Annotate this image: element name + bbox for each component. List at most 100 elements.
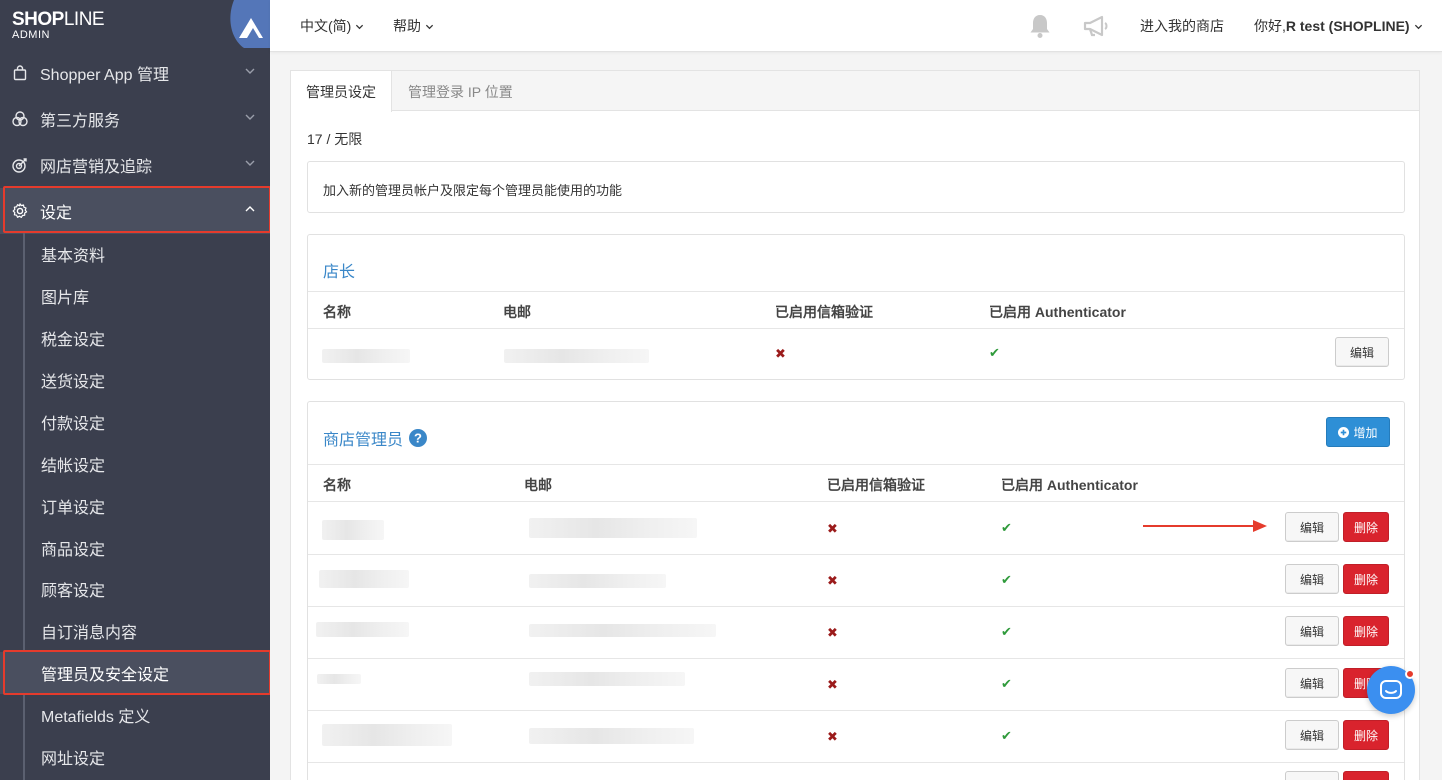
plus-circle-icon [1338, 426, 1350, 438]
user-name: R test (SHOPLINE) [1285, 18, 1410, 34]
redacted-name [322, 724, 452, 746]
divider [308, 328, 1404, 329]
col-header-name: 名称 [323, 304, 351, 320]
divider [308, 606, 1404, 607]
check-icon: ✔ [1001, 676, 1012, 691]
redacted-name [322, 349, 410, 363]
redacted-name [319, 570, 409, 588]
sidebar-item-third-party[interactable]: 第三方服务 [0, 96, 270, 142]
submenu-item-basic[interactable]: 基本资料 [0, 233, 270, 275]
submenu-item-checkout[interactable]: 结帐设定 [0, 443, 270, 485]
highlight-admin-security [3, 650, 270, 695]
redacted-email [504, 349, 649, 363]
cross-icon: ✖ [827, 677, 838, 692]
submenu-item-order[interactable]: 订单设定 [0, 485, 270, 527]
cross-icon: ✖ [827, 573, 838, 588]
delete-button[interactable]: 删除 [1343, 616, 1389, 646]
logo[interactable]: SHOPLINE ADMIN [0, 0, 270, 48]
target-icon [0, 156, 40, 174]
submenu-item-delivery[interactable]: 送货设定 [0, 359, 270, 401]
divider [308, 762, 1404, 763]
cross-icon: ✖ [827, 729, 838, 744]
edit-button[interactable]: 编辑 [1285, 564, 1339, 594]
sidebar-item-marketing[interactable]: 网店营销及追踪 [0, 142, 270, 188]
enter-store-link[interactable]: 进入我的商店 [1140, 0, 1224, 52]
redacted-name [322, 520, 384, 540]
topbar: 中文(简) 帮助 进入我的商店 你好, R test (SHOPLINE) [270, 0, 1442, 52]
sidebar-item-shopper-app[interactable]: Shopper App 管理 [0, 50, 270, 96]
megaphone-icon[interactable] [1082, 0, 1110, 52]
owner-title: 店长 [323, 264, 356, 281]
owner-section: 店长 名称 电邮 已启用信箱验证 已启用 Authenticator ✖ ✔ 编… [307, 234, 1405, 380]
delete-button[interactable]: 删除 [1343, 720, 1389, 750]
edit-button[interactable]: 编辑 [1285, 616, 1339, 646]
circles-icon [0, 110, 40, 128]
redacted-email [529, 672, 685, 686]
redacted-email [529, 624, 716, 637]
admins-title: 商店管理员 ? [323, 426, 428, 450]
delete-button[interactable] [1343, 771, 1389, 780]
submenu-item-product[interactable]: 商品设定 [0, 527, 270, 569]
redacted-name [316, 622, 409, 637]
divider [308, 464, 1404, 465]
submenu-item-gallery[interactable]: 图片库 [0, 275, 270, 317]
chevron-down-icon [245, 68, 255, 74]
chevron-down-icon [245, 160, 255, 166]
delete-button[interactable]: 删除 [1343, 512, 1389, 542]
divider [308, 554, 1404, 555]
submenu-item-url[interactable]: 网址设定 [0, 736, 270, 778]
col-header-email-verify: 已启用信箱验证 [827, 477, 925, 493]
chevron-down-icon [425, 24, 434, 29]
help-circle-icon[interactable]: ? [409, 429, 428, 447]
help-dropdown[interactable]: 帮助 [393, 0, 434, 52]
brand-name: SHOPLINE [12, 9, 105, 30]
delete-button[interactable]: 删除 [1343, 564, 1389, 594]
add-admin-button[interactable]: 增加 [1326, 417, 1390, 447]
tab-login-ip[interactable]: 管理登录 IP 位置 [393, 71, 528, 112]
submenu-item-messages[interactable]: 自订消息内容 [0, 610, 270, 652]
check-icon: ✔ [1001, 624, 1012, 639]
check-icon: ✔ [989, 345, 1000, 360]
cross-icon: ✖ [775, 346, 786, 361]
bag-icon [0, 65, 40, 81]
chevron-down-icon [245, 114, 255, 120]
check-icon: ✔ [1001, 728, 1012, 743]
tab-admin-settings[interactable]: 管理员设定 [291, 71, 392, 112]
col-header-authenticator: 已启用 Authenticator [1001, 477, 1138, 493]
redacted-name [317, 674, 361, 684]
sidebar: SHOPLINE ADMIN Shopper App 管理 第三方服务 网店营销… [0, 0, 270, 780]
shopline-mountain-icon [230, 0, 270, 48]
edit-button[interactable]: 编辑 [1285, 720, 1339, 750]
user-dropdown[interactable]: 你好, R test (SHOPLINE) [1254, 0, 1423, 52]
divider [308, 658, 1404, 659]
bell-icon[interactable] [1028, 0, 1052, 52]
chevron-down-icon [356, 24, 364, 29]
edit-button[interactable]: 编辑 [1285, 512, 1339, 542]
svg-text:?: ? [414, 431, 422, 446]
highlight-settings [3, 186, 270, 233]
description-text: 加入新的管理员帐户及限定每个管理员能使用的功能 [323, 183, 623, 198]
brand-sub: ADMIN [12, 29, 50, 41]
submenu-item-metafields[interactable]: Metafields 定义 [0, 694, 270, 736]
greeting-label: 你好, [1254, 18, 1286, 34]
description-box: 加入新的管理员帐户及限定每个管理员能使用的功能 [307, 161, 1405, 213]
edit-button[interactable] [1285, 771, 1339, 780]
submenu-item-customer[interactable]: 顾客设定 [0, 568, 270, 610]
admins-section: 商店管理员 ? 增加 名称 电邮 已启用信箱验证 已启用 Authenticat… [307, 401, 1405, 780]
submenu-item-tax[interactable]: 税金设定 [0, 317, 270, 359]
col-header-email: 电邮 [503, 304, 531, 320]
chevron-down-icon [1414, 24, 1422, 29]
submenu-item-payment[interactable]: 付款设定 [0, 401, 270, 443]
main-panel: 管理员设定 管理登录 IP 位置 17 / 无限 加入新的管理员帐户及限定每个管… [290, 70, 1420, 780]
language-dropdown[interactable]: 中文(简) [300, 0, 364, 52]
owner-edit-button[interactable]: 编辑 [1335, 337, 1389, 367]
tabs: 管理员设定 管理登录 IP 位置 [291, 71, 1419, 112]
sidebar-item-label: Shopper App 管理 [40, 67, 169, 84]
divider [308, 710, 1404, 711]
col-header-email-verify: 已启用信箱验证 [775, 304, 873, 320]
cross-icon: ✖ [827, 521, 838, 536]
chat-icon [1380, 680, 1402, 699]
edit-button[interactable]: 编辑 [1285, 668, 1339, 698]
check-icon: ✔ [1001, 572, 1012, 587]
arrow-annotation [1143, 520, 1267, 532]
